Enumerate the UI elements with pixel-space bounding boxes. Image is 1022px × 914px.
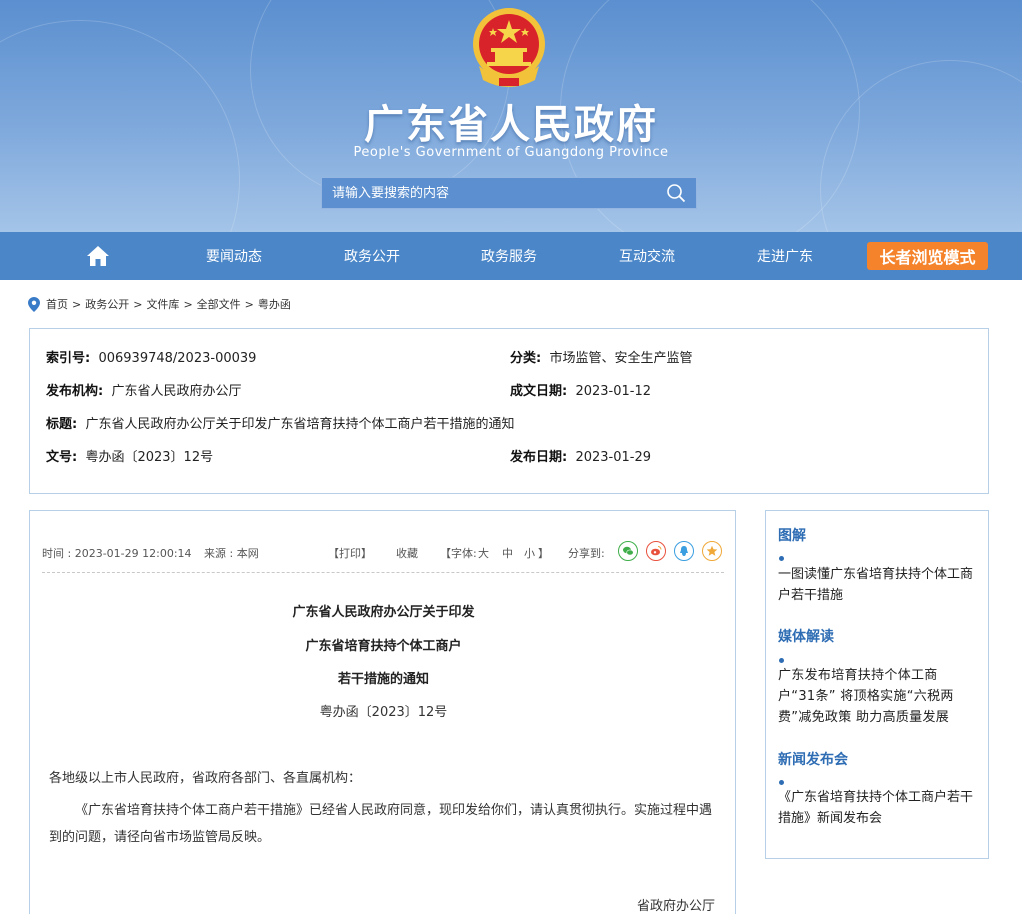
- info-index-value: 006939748/2023-00039: [98, 351, 256, 366]
- nav-item-about[interactable]: 走进广东: [757, 246, 813, 266]
- print-button[interactable]: 【打印】: [328, 545, 372, 561]
- breadcrumb-gov-affairs[interactable]: 政务公开: [85, 296, 129, 312]
- weibo-share-icon[interactable]: [646, 541, 666, 561]
- breadcrumb-all-files[interactable]: 全部文件: [197, 296, 241, 312]
- meta-divider: [42, 572, 724, 573]
- doc-signature: 省政府办公厅: [637, 895, 715, 914]
- breadcrumb-current[interactable]: 粤办函: [258, 296, 291, 312]
- header-banner: 广东省人民政府 People's Government of Guangdong…: [0, 0, 1022, 232]
- home-icon[interactable]: [86, 244, 110, 268]
- info-docno-label: 文号:: [46, 450, 77, 465]
- info-category-value: 市场监管、安全生产监管: [549, 351, 692, 366]
- breadcrumb-home[interactable]: 首页: [46, 296, 68, 312]
- info-docno-value: 粤办函〔2023〕12号: [85, 450, 213, 465]
- sidebar-link-infographic[interactable]: 一图读懂广东省培育扶持个体工商户若干措施: [778, 564, 974, 606]
- breadcrumb-separator: >: [133, 298, 142, 311]
- doc-title-line1: 广东省人民政府办公厅关于印发: [30, 601, 737, 620]
- doc-title-line3: 若干措施的通知: [30, 668, 737, 687]
- info-category: 分类: 市场监管、安全生产监管: [510, 347, 692, 366]
- document-info-box: 索引号: 006939748/2023-00039 分类: 市场监管、安全生产监…: [29, 328, 989, 494]
- article-source: 来源 : 本网: [204, 545, 259, 561]
- related-sidebar: 图解 一图读懂广东省培育扶持个体工商户若干措施 媒体解读 广东发布培育扶持个体工…: [765, 510, 989, 859]
- info-publisher: 发布机构: 广东省人民政府办公厅: [46, 380, 241, 399]
- national-emblem-icon: [469, 6, 549, 92]
- bullet-icon: [779, 556, 784, 561]
- sidebar-heading-infographic[interactable]: 图解: [778, 525, 806, 545]
- qzone-share-icon[interactable]: [702, 541, 722, 561]
- info-created-date: 成文日期: 2023-01-12: [510, 380, 651, 399]
- article-time: 时间 : 2023-01-29 12:00:14: [42, 545, 192, 561]
- info-publisher-label: 发布机构:: [46, 384, 103, 399]
- site-title: 广东省人民政府: [0, 92, 1022, 150]
- info-publish-date: 发布日期: 2023-01-29: [510, 446, 651, 465]
- info-title: 标题: 广东省人民政府办公厅关于印发广东省培育扶持个体工商户若干措施的通知: [46, 413, 514, 432]
- info-created-value: 2023-01-12: [575, 384, 651, 399]
- sidebar-link-media[interactable]: 广东发布培育扶持个体工商户“31条” 将顶格实施“六税两费”减免政策 助力高质量…: [778, 665, 974, 728]
- search-bar: [321, 177, 697, 209]
- breadcrumb-library[interactable]: 文件库: [146, 296, 179, 312]
- share-label: 分享到:: [568, 545, 605, 561]
- breadcrumb-separator: >: [72, 298, 81, 311]
- breadcrumb-separator: >: [245, 298, 254, 311]
- wechat-share-icon[interactable]: [618, 541, 638, 561]
- doc-salutation: 各地级以上市人民政府，省政府各部门、各直属机构：: [49, 765, 721, 792]
- font-small-button[interactable]: 小: [524, 545, 535, 561]
- nav-item-news[interactable]: 要闻动态: [206, 246, 262, 266]
- info-index: 索引号: 006939748/2023-00039: [46, 347, 256, 366]
- qq-share-icon[interactable]: [674, 541, 694, 561]
- info-title-value: 广东省人民政府办公厅关于印发广东省培育扶持个体工商户若干措施的通知: [85, 417, 514, 432]
- nav-item-gov-affairs[interactable]: 政务公开: [344, 246, 400, 266]
- info-category-label: 分类:: [510, 351, 541, 366]
- font-size-label: 【字体:: [440, 545, 477, 561]
- font-size-close: 】: [538, 545, 549, 561]
- favorite-button[interactable]: 收藏: [396, 545, 418, 561]
- info-index-label: 索引号:: [46, 351, 90, 366]
- nav-item-services[interactable]: 政务服务: [481, 246, 537, 266]
- info-doc-number: 文号: 粤办函〔2023〕12号: [46, 446, 213, 465]
- doc-title-line2: 广东省培育扶持个体工商户: [30, 635, 737, 654]
- article-panel: 时间 : 2023-01-29 12:00:14 来源 : 本网 【打印】 收藏…: [29, 510, 736, 914]
- site-subtitle: People's Government of Guangdong Provinc…: [0, 145, 1022, 160]
- doc-number: 粤办函〔2023〕12号: [30, 701, 737, 720]
- info-title-label: 标题:: [46, 417, 77, 432]
- location-pin-icon: [28, 297, 40, 312]
- search-icon: [666, 183, 686, 203]
- nav-item-interaction[interactable]: 互动交流: [619, 246, 675, 266]
- sidebar-heading-press[interactable]: 新闻发布会: [778, 749, 848, 769]
- sidebar-link-press[interactable]: 《广东省培育扶持个体工商户若干措施》新闻发布会: [778, 787, 974, 829]
- font-large-button[interactable]: 大: [478, 545, 489, 561]
- search-input[interactable]: [322, 178, 656, 208]
- bullet-icon: [779, 658, 784, 663]
- breadcrumb: 首页 > 政务公开 > 文件库 > 全部文件 > 粤办函: [28, 296, 291, 312]
- info-publisher-value: 广东省人民政府办公厅: [111, 384, 241, 399]
- font-medium-button[interactable]: 中: [502, 545, 513, 561]
- info-pubdate-label: 发布日期:: [510, 450, 567, 465]
- elder-mode-button[interactable]: 长者浏览模式: [867, 242, 988, 270]
- bullet-icon: [779, 780, 784, 785]
- breadcrumb-separator: >: [183, 298, 192, 311]
- sidebar-heading-media[interactable]: 媒体解读: [778, 626, 834, 646]
- search-button[interactable]: [656, 178, 696, 208]
- info-pubdate-value: 2023-01-29: [575, 450, 651, 465]
- doc-body: 《广东省培育扶持个体工商户若干措施》已经省人民政府同意，现印发给你们，请认真贯彻…: [49, 797, 721, 851]
- article-meta-bar: 时间 : 2023-01-29 12:00:14 来源 : 本网 【打印】 收藏…: [42, 541, 724, 571]
- info-created-label: 成文日期:: [510, 384, 567, 399]
